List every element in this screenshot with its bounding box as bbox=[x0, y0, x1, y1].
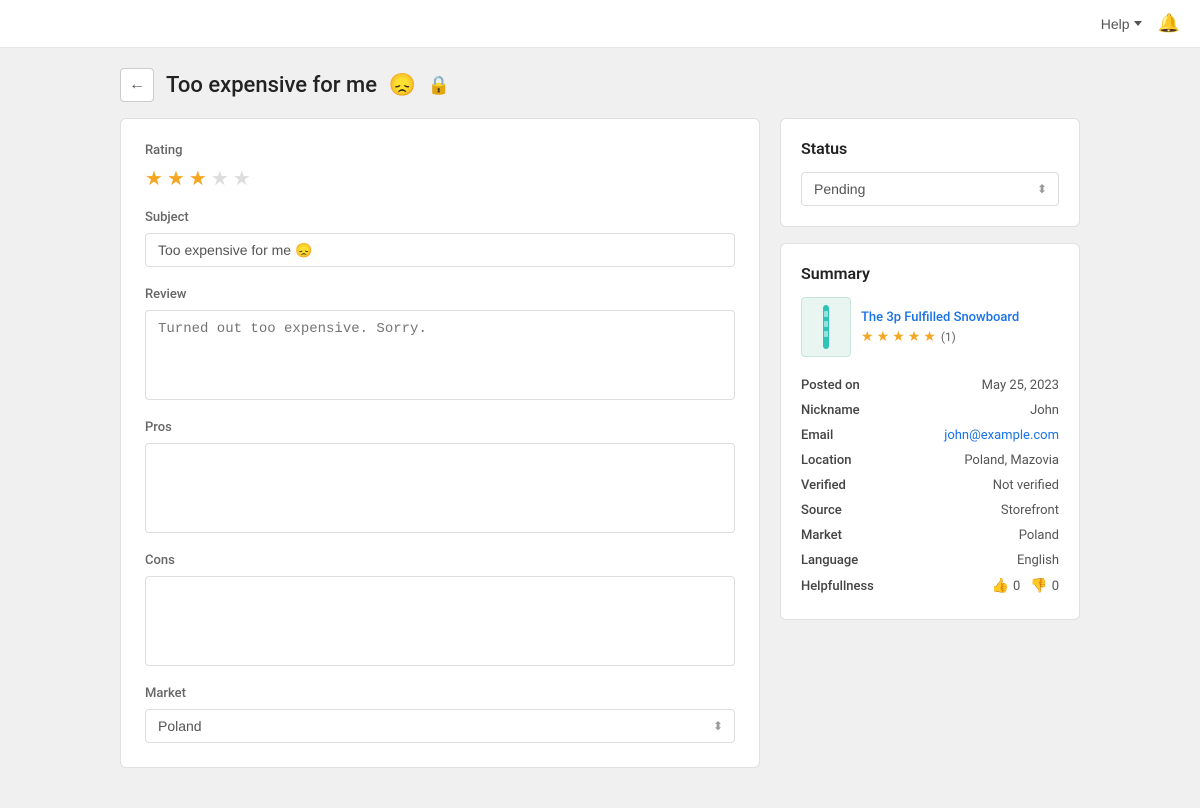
product-info: The 3p Fulfilled Snowboard ★ ★ ★ ★ ★ (1) bbox=[861, 310, 1019, 345]
summary-card-title: Summary bbox=[801, 264, 1059, 283]
page-header: ← Too expensive for me 😞 🔒 bbox=[0, 48, 1200, 118]
subject-label: Subject bbox=[145, 210, 735, 225]
product-star-2: ★ bbox=[877, 329, 890, 345]
location-row: Location Poland, Mazovia bbox=[801, 448, 1059, 473]
market-label-summary: Market bbox=[801, 528, 842, 543]
source-label: Source bbox=[801, 503, 842, 518]
review-group: Review bbox=[145, 287, 735, 400]
up-count: 0 bbox=[1013, 579, 1020, 594]
star-1[interactable]: ★ bbox=[145, 166, 163, 190]
rating-group: Rating ★ ★ ★ ★ ★ bbox=[145, 143, 735, 190]
bell-icon[interactable]: 🔔 bbox=[1158, 13, 1180, 34]
status-card: Status Pending Approved Rejected Publish… bbox=[780, 118, 1080, 227]
page-title-text: Too expensive for me bbox=[166, 73, 377, 98]
source-value: Storefront bbox=[1001, 503, 1059, 518]
status-select-wrapper: Pending Approved Rejected Published ⬍ bbox=[801, 172, 1059, 206]
posted-on-label: Posted on bbox=[801, 378, 860, 393]
product-row: The 3p Fulfilled Snowboard ★ ★ ★ ★ ★ (1) bbox=[801, 297, 1059, 357]
star-2[interactable]: ★ bbox=[167, 166, 185, 190]
cons-label: Cons bbox=[145, 553, 735, 568]
star-3[interactable]: ★ bbox=[189, 166, 207, 190]
verified-row: Verified Not verified bbox=[801, 473, 1059, 498]
email-row: Email john@example.com bbox=[801, 423, 1059, 448]
review-textarea[interactable] bbox=[145, 310, 735, 400]
email-label: Email bbox=[801, 428, 833, 443]
status-select[interactable]: Pending Approved Rejected Published bbox=[801, 172, 1059, 206]
nickname-value: John bbox=[1030, 403, 1059, 418]
top-nav-right: Help 🔔 bbox=[1093, 12, 1180, 36]
pros-group: Pros bbox=[145, 420, 735, 533]
market-select-wrapper: Poland United States Germany France Unit… bbox=[145, 709, 735, 743]
left-panel: Rating ★ ★ ★ ★ ★ Subject Review Pros bbox=[120, 118, 760, 768]
verified-value: Not verified bbox=[993, 478, 1059, 493]
help-label: Help bbox=[1101, 16, 1130, 32]
subject-group: Subject bbox=[145, 210, 735, 267]
star-4[interactable]: ★ bbox=[211, 166, 229, 190]
subject-input[interactable] bbox=[145, 233, 735, 267]
helpfulness-label: Helpfullness bbox=[801, 579, 874, 594]
posted-on-value: May 25, 2023 bbox=[982, 378, 1059, 393]
review-count: (1) bbox=[941, 330, 956, 344]
down-count: 0 bbox=[1052, 579, 1059, 594]
product-stars: ★ ★ ★ ★ ★ (1) bbox=[861, 329, 1019, 345]
product-thumbnail bbox=[801, 297, 851, 357]
chevron-down-icon bbox=[1134, 21, 1142, 26]
lock-icon: 🔒 bbox=[428, 75, 450, 96]
product-link[interactable]: The 3p Fulfilled Snowboard bbox=[861, 310, 1019, 325]
verified-label: Verified bbox=[801, 478, 846, 493]
nickname-label: Nickname bbox=[801, 403, 860, 418]
right-panel: Status Pending Approved Rejected Publish… bbox=[780, 118, 1080, 620]
star-5[interactable]: ★ bbox=[233, 166, 251, 190]
thumbs-up-item: 👍 0 bbox=[992, 578, 1021, 594]
pros-textarea[interactable] bbox=[145, 443, 735, 533]
location-value: Poland, Mazovia bbox=[964, 453, 1059, 468]
helpfulness-controls: 👍 0 👎 0 bbox=[992, 578, 1060, 594]
thumbs-up-icon[interactable]: 👍 bbox=[992, 578, 1009, 594]
help-button[interactable]: Help bbox=[1093, 12, 1150, 36]
market-value-summary: Poland bbox=[1019, 528, 1059, 543]
status-card-title: Status bbox=[801, 139, 1059, 158]
cons-textarea[interactable] bbox=[145, 576, 735, 666]
cons-group: Cons bbox=[145, 553, 735, 666]
main-layout: Rating ★ ★ ★ ★ ★ Subject Review Pros bbox=[0, 118, 1200, 808]
market-row: Market Poland bbox=[801, 523, 1059, 548]
review-label: Review bbox=[145, 287, 735, 302]
product-star-3: ★ bbox=[892, 329, 905, 345]
product-star-5: ★ bbox=[923, 329, 936, 345]
summary-card: Summary The 3p Fulfilled Snowboard ★ ★ bbox=[780, 243, 1080, 620]
product-star-1: ★ bbox=[861, 329, 874, 345]
page-title: Too expensive for me 😞 bbox=[166, 73, 416, 98]
thumbs-down-icon[interactable]: 👎 bbox=[1030, 578, 1047, 594]
market-group: Market Poland United States Germany Fran… bbox=[145, 686, 735, 743]
location-label: Location bbox=[801, 453, 851, 468]
email-link[interactable]: john@example.com bbox=[944, 428, 1059, 443]
posted-on-row: Posted on May 25, 2023 bbox=[801, 373, 1059, 398]
language-row: Language English bbox=[801, 548, 1059, 573]
thumbs-down-item: 👎 0 bbox=[1030, 578, 1059, 594]
top-nav: Help 🔔 bbox=[0, 0, 1200, 48]
market-label: Market bbox=[145, 686, 735, 701]
snowboard-svg bbox=[816, 303, 836, 351]
star-rating[interactable]: ★ ★ ★ ★ ★ bbox=[145, 166, 735, 190]
rating-label: Rating bbox=[145, 143, 735, 158]
market-select[interactable]: Poland United States Germany France Unit… bbox=[145, 709, 735, 743]
back-icon: ← bbox=[129, 76, 145, 94]
helpfulness-row: Helpfullness 👍 0 👎 0 bbox=[801, 573, 1059, 599]
back-button[interactable]: ← bbox=[120, 68, 154, 102]
language-value: English bbox=[1017, 553, 1059, 568]
source-row: Source Storefront bbox=[801, 498, 1059, 523]
pros-label: Pros bbox=[145, 420, 735, 435]
title-emoji: 😞 bbox=[388, 73, 415, 98]
language-label: Language bbox=[801, 553, 858, 568]
product-star-4: ★ bbox=[908, 329, 921, 345]
nickname-row: Nickname John bbox=[801, 398, 1059, 423]
